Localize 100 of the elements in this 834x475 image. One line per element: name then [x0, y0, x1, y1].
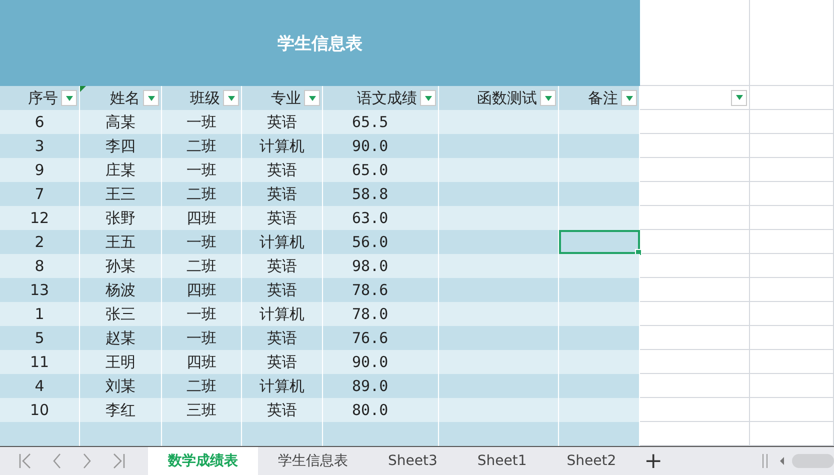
table-cell: 76.6: [323, 326, 439, 350]
table-cell: 高某: [80, 110, 162, 134]
table-cell: 计算机: [242, 374, 323, 398]
filter-button[interactable]: [304, 90, 320, 106]
dropdown-arrow-icon: [626, 96, 632, 100]
dropdown-arrow-icon: [736, 95, 742, 100]
scroll-left-icon[interactable]: [778, 456, 786, 466]
filter-button[interactable]: [223, 90, 239, 106]
table-cell: 庄某: [80, 158, 162, 182]
column-header: 姓名: [80, 86, 162, 110]
table-cell: 56.0: [323, 230, 439, 254]
table-cell: 王明: [80, 350, 162, 374]
column-header: 函数测试: [439, 86, 559, 110]
table-cell: 二班: [162, 374, 242, 398]
column-header: 班级: [162, 86, 242, 110]
sheet-tab[interactable]: Sheet3: [368, 447, 458, 475]
column-header: 备注: [559, 86, 640, 110]
table-cell: 计算机: [242, 230, 323, 254]
table-cell: 一班: [162, 230, 242, 254]
table-cell: 四班: [162, 278, 242, 302]
table-cell: 2: [0, 230, 80, 254]
table-cell[interactable]: [559, 158, 640, 182]
table-cell: 一班: [162, 158, 242, 182]
table-cell: 王三: [80, 182, 162, 206]
table-cell: 英语: [242, 206, 323, 230]
table-cell: 63.0: [323, 206, 439, 230]
filter-button[interactable]: [143, 90, 159, 106]
dropdown-arrow-icon: [544, 96, 552, 100]
comment-marker-icon: [80, 86, 86, 92]
column-header: 专业: [242, 86, 323, 110]
table-cell: 英语: [242, 158, 323, 182]
table-cell: 英语: [242, 182, 323, 206]
table-cell[interactable]: [559, 254, 640, 278]
selected-cell[interactable]: [559, 230, 640, 254]
filter-button[interactable]: [420, 90, 436, 106]
table-cell: 12: [0, 206, 80, 230]
filter-button[interactable]: [540, 90, 556, 106]
table-cell: 一班: [162, 326, 242, 350]
table-cell: 4: [0, 374, 80, 398]
table-cell: 9: [0, 158, 80, 182]
table-cell[interactable]: [559, 206, 640, 230]
dropdown-arrow-icon: [228, 96, 234, 100]
table-cell: 二班: [162, 254, 242, 278]
horizontal-scrollbar[interactable]: [792, 454, 834, 468]
table-cell: 计算机: [242, 134, 323, 158]
table-cell: 78.0: [323, 302, 439, 326]
table-cell[interactable]: [559, 278, 640, 302]
table-cell: 四班: [162, 350, 242, 374]
table-cell[interactable]: [559, 326, 640, 350]
table-cell: 杨波: [80, 278, 162, 302]
table-cell[interactable]: [559, 110, 640, 134]
table-cell: 65.5: [323, 110, 439, 134]
column-header: 序号: [0, 86, 80, 110]
table-cell: 二班: [162, 134, 242, 158]
filter-button[interactable]: [731, 90, 747, 106]
table-cell: 98.0: [323, 254, 439, 278]
table-cell: 10: [0, 398, 80, 422]
first-sheet-icon[interactable]: [18, 453, 32, 469]
table-cell: 英语: [242, 350, 323, 374]
table-cell: 78.6: [323, 278, 439, 302]
table-cell: 计算机: [242, 302, 323, 326]
table-cell[interactable]: [559, 350, 640, 374]
table-cell: 张三: [80, 302, 162, 326]
previous-sheet-icon[interactable]: [52, 453, 62, 469]
table-cell[interactable]: [559, 398, 640, 422]
add-sheet-button[interactable]: +: [636, 448, 671, 474]
table-cell[interactable]: [559, 134, 640, 158]
table-cell: 一班: [162, 110, 242, 134]
table-cell: 5: [0, 326, 80, 350]
table-cell: 58.8: [323, 182, 439, 206]
table-cell: 13: [0, 278, 80, 302]
splitter-icon[interactable]: [762, 454, 768, 468]
table-cell: 英语: [242, 254, 323, 278]
sheet-tab[interactable]: Sheet1: [457, 447, 547, 475]
next-sheet-icon[interactable]: [82, 453, 92, 469]
filter-button[interactable]: [61, 90, 77, 106]
table-cell: 6: [0, 110, 80, 134]
column-header: 语文成绩: [323, 86, 439, 110]
table-cell[interactable]: [559, 182, 640, 206]
last-sheet-icon[interactable]: [112, 453, 126, 469]
sheet-tab[interactable]: Sheet2: [546, 447, 636, 475]
table-cell: 英语: [242, 110, 323, 134]
filter-button[interactable]: [621, 90, 637, 106]
table-cell: 一班: [162, 302, 242, 326]
sheet-tab[interactable]: 学生信息表: [258, 447, 368, 475]
table-cell[interactable]: [559, 374, 640, 398]
table-cell: 刘某: [80, 374, 162, 398]
table-cell: 8: [0, 254, 80, 278]
table-cell: 三班: [162, 398, 242, 422]
table-cell: 孙某: [80, 254, 162, 278]
table-cell: 二班: [162, 182, 242, 206]
table-cell: 80.0: [323, 398, 439, 422]
table-cell: 英语: [242, 326, 323, 350]
table-title: 学生信息表: [0, 0, 640, 86]
dropdown-arrow-icon: [308, 96, 316, 100]
table-cell: 李四: [80, 134, 162, 158]
table-cell[interactable]: [559, 302, 640, 326]
table-cell: 英语: [242, 398, 323, 422]
table-cell: 90.0: [323, 134, 439, 158]
table-cell: 11: [0, 350, 80, 374]
